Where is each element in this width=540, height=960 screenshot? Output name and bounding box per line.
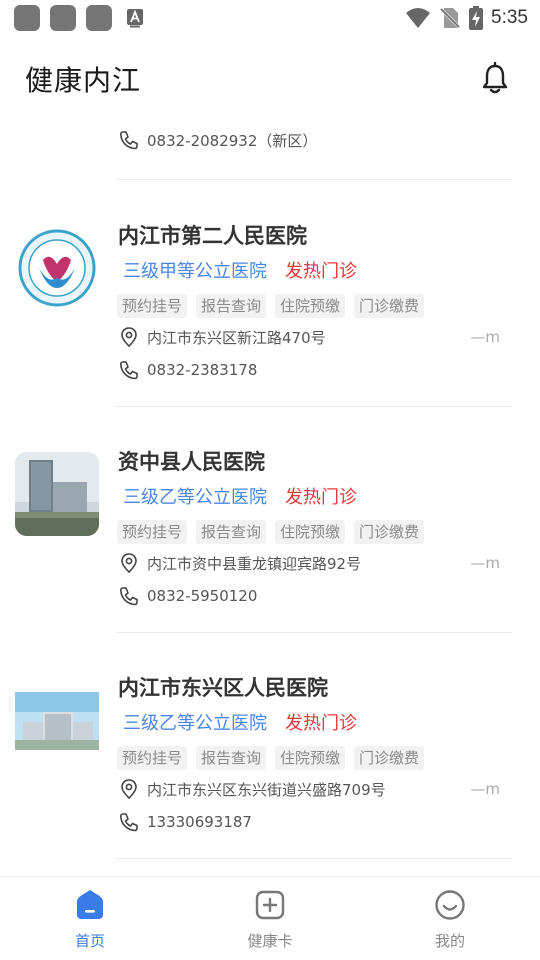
page-title: 健康内江 [25, 64, 142, 97]
home-icon [77, 890, 103, 919]
phone-number: 0832-2082932（新区） [147, 131, 318, 150]
status-bar: 5:35 [0, 0, 540, 36]
service-tag[interactable]: 门诊缴费 [354, 746, 425, 770]
service-tag[interactable]: 住院预缴 [275, 746, 346, 770]
service-tag[interactable]: 住院预缴 [275, 520, 346, 544]
phone-icon [120, 813, 138, 832]
hospital-card[interactable]: 内江市东兴区人民医院 三级乙等公立医院 发热门诊 预约挂号 报告查询 住院预缴 … [0, 656, 540, 876]
service-tags: 预约挂号 报告查询 住院预缴 门诊缴费 [117, 520, 425, 544]
hospital-grade: 三级乙等公立医院 [123, 487, 267, 508]
wifi-icon [406, 8, 431, 28]
nav-label: 首页 [74, 932, 105, 950]
service-tags: 预约挂号 报告查询 住院预缴 门诊缴费 [117, 746, 425, 770]
health-card-icon [255, 890, 285, 920]
hospital-photo [15, 678, 99, 762]
service-tag[interactable]: 预约挂号 [117, 746, 188, 770]
battery-charging-icon [469, 6, 484, 30]
location-pin-icon [121, 327, 137, 348]
service-tag[interactable]: 报告查询 [196, 520, 267, 544]
address-row[interactable]: 内江市东兴区新江路470号 [118, 325, 326, 349]
divider [116, 632, 512, 633]
divider [116, 179, 512, 180]
distance: —m [470, 780, 500, 798]
hospital-name: 内江市东兴区人民医院 [118, 676, 328, 700]
address-row[interactable]: 内江市东兴区东兴街道兴盛路709号 [118, 777, 386, 801]
nav-item-health-card[interactable]: 健康卡 [180, 877, 360, 960]
divider [116, 406, 512, 407]
address-row[interactable]: 内江市资中县重龙镇迎宾路92号 [118, 551, 361, 575]
phone-number: 13330693187 [147, 813, 252, 831]
phone-row[interactable]: 13330693187 [118, 810, 252, 834]
hospital-card[interactable]: 资中县人民医院 三级乙等公立医院 发热门诊 预约挂号 报告查询 住院预缴 门诊缴… [0, 430, 540, 656]
phone-row[interactable]: 0832-2383178 [118, 358, 257, 382]
service-tags: 预约挂号 报告查询 住院预缴 门诊缴费 [117, 294, 425, 318]
nav-item-profile[interactable]: 我的 [360, 877, 540, 960]
phone-icon [120, 131, 138, 150]
hospital-card[interactable]: 内江市第二人民医院 三级甲等公立医院 发热门诊 预约挂号 报告查询 住院预缴 门… [0, 204, 540, 430]
phone-number: 0832-5950120 [147, 587, 258, 605]
phone-row[interactable]: 0832-2082932（新区） [118, 126, 317, 154]
hospital-grade: 三级乙等公立医院 [123, 713, 267, 734]
hospital-grade: 三级甲等公立医院 [123, 261, 267, 282]
service-tag[interactable]: 门诊缴费 [354, 520, 425, 544]
hospital-name: 内江市第二人民医院 [118, 224, 307, 248]
address-text: 内江市东兴区新江路470号 [147, 328, 326, 347]
notification-icon [14, 5, 40, 31]
hospital-logo [15, 226, 99, 310]
address-text: 内江市资中县重龙镇迎宾路92号 [147, 554, 362, 573]
service-tag[interactable]: 预约挂号 [117, 520, 188, 544]
phone-icon [120, 587, 138, 606]
service-tag[interactable]: 门诊缴费 [354, 294, 425, 318]
keyboard-a-icon [127, 9, 143, 28]
phone-number: 0832-2383178 [147, 361, 258, 379]
notification-icon [86, 5, 112, 31]
profile-icon [435, 890, 465, 920]
nav-label: 我的 [434, 932, 465, 950]
distance: —m [470, 554, 500, 572]
service-tag[interactable]: 报告查询 [196, 746, 267, 770]
clock: 5:35 [491, 7, 528, 28]
bottom-nav: 首页 健康卡 我的 [0, 876, 540, 960]
phone-row[interactable]: 0832-5950120 [118, 584, 257, 608]
nav-item-home[interactable]: 首页 [0, 877, 180, 960]
hospital-list[interactable]: 0832-2082932（新区） 内江市第二人民医院 三级甲等公立医院 发热门诊… [0, 122, 540, 876]
fever-clinic-badge[interactable]: 发热门诊 [285, 709, 357, 735]
service-tag[interactable]: 报告查询 [196, 294, 267, 318]
divider [116, 858, 512, 859]
hospital-name: 资中县人民医院 [118, 450, 265, 474]
hospital-photo [15, 452, 99, 536]
nav-label: 健康卡 [247, 932, 293, 950]
service-tag[interactable]: 住院预缴 [275, 294, 346, 318]
address-text: 内江市东兴区东兴街道兴盛路709号 [147, 780, 386, 799]
phone-icon [120, 361, 138, 380]
app-header: 健康内江 [0, 36, 540, 122]
service-tag[interactable]: 预约挂号 [117, 294, 188, 318]
fever-clinic-badge[interactable]: 发热门诊 [285, 483, 357, 509]
location-pin-icon [121, 779, 137, 800]
distance: —m [470, 328, 500, 346]
notification-icon [50, 5, 76, 31]
location-pin-icon [121, 553, 137, 574]
notification-bell-icon[interactable] [480, 62, 510, 96]
app-screen: 5:35 健康内江 0832-2082932（新区） 内江市第二人民医院 三级甲… [0, 0, 540, 960]
fever-clinic-badge[interactable]: 发热门诊 [285, 257, 357, 283]
no-sim-icon [439, 7, 461, 29]
